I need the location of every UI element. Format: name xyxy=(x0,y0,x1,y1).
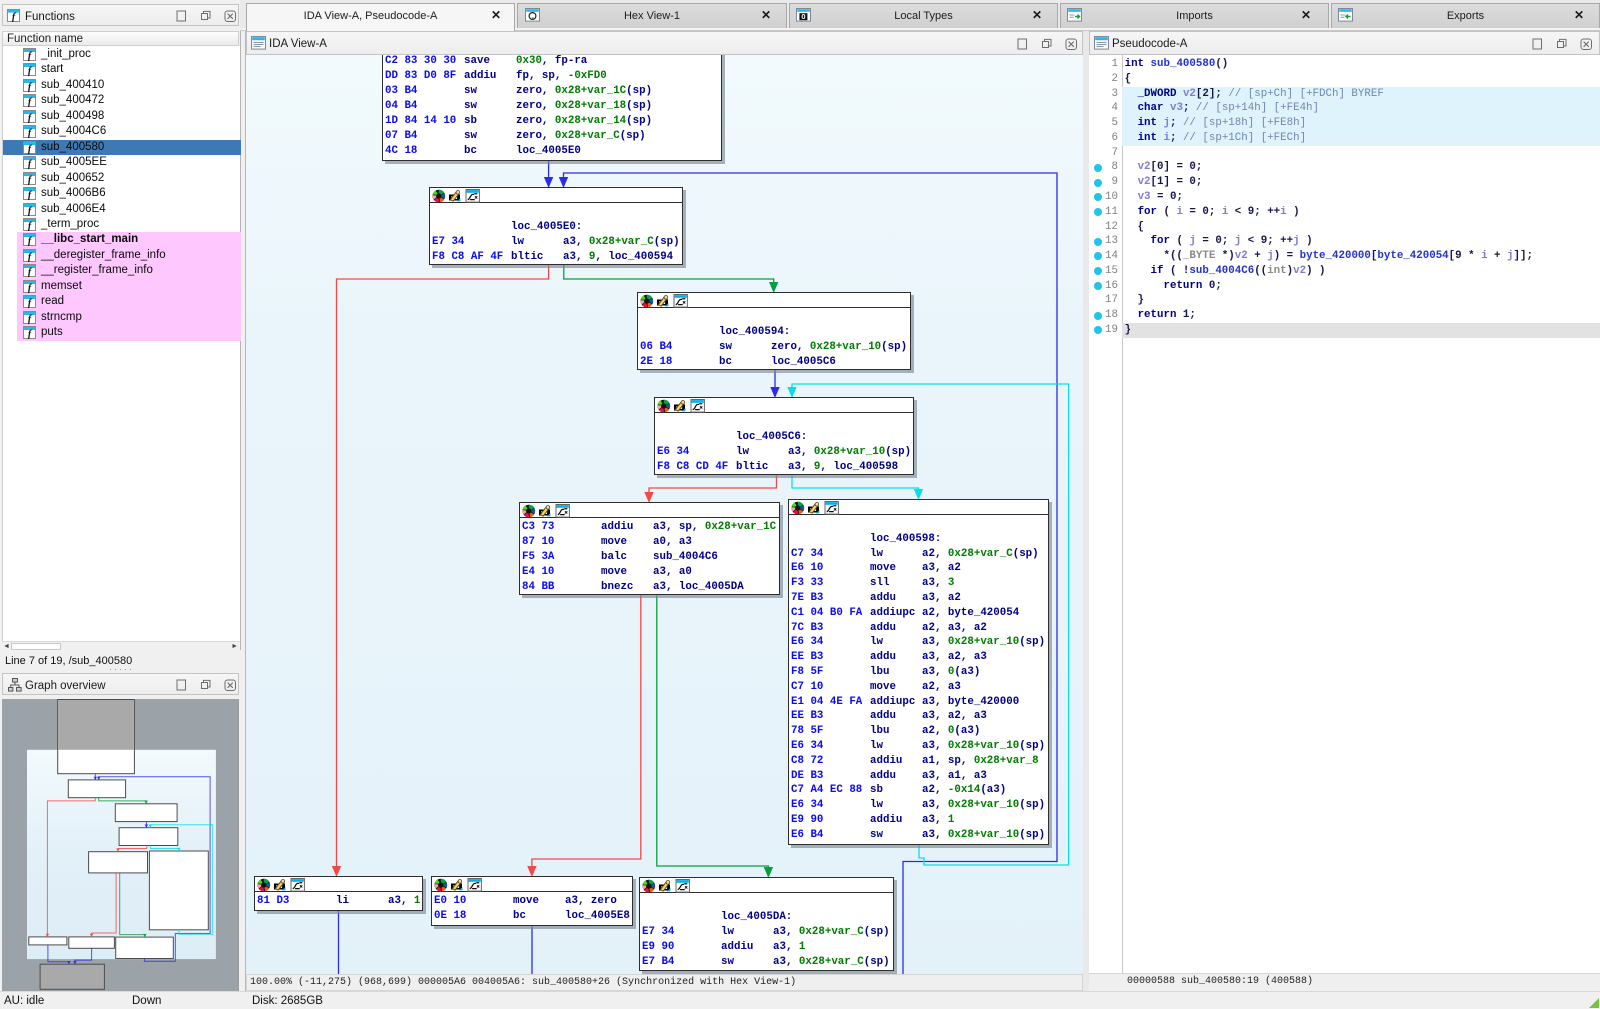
svg-text:0: 0 xyxy=(801,12,805,21)
